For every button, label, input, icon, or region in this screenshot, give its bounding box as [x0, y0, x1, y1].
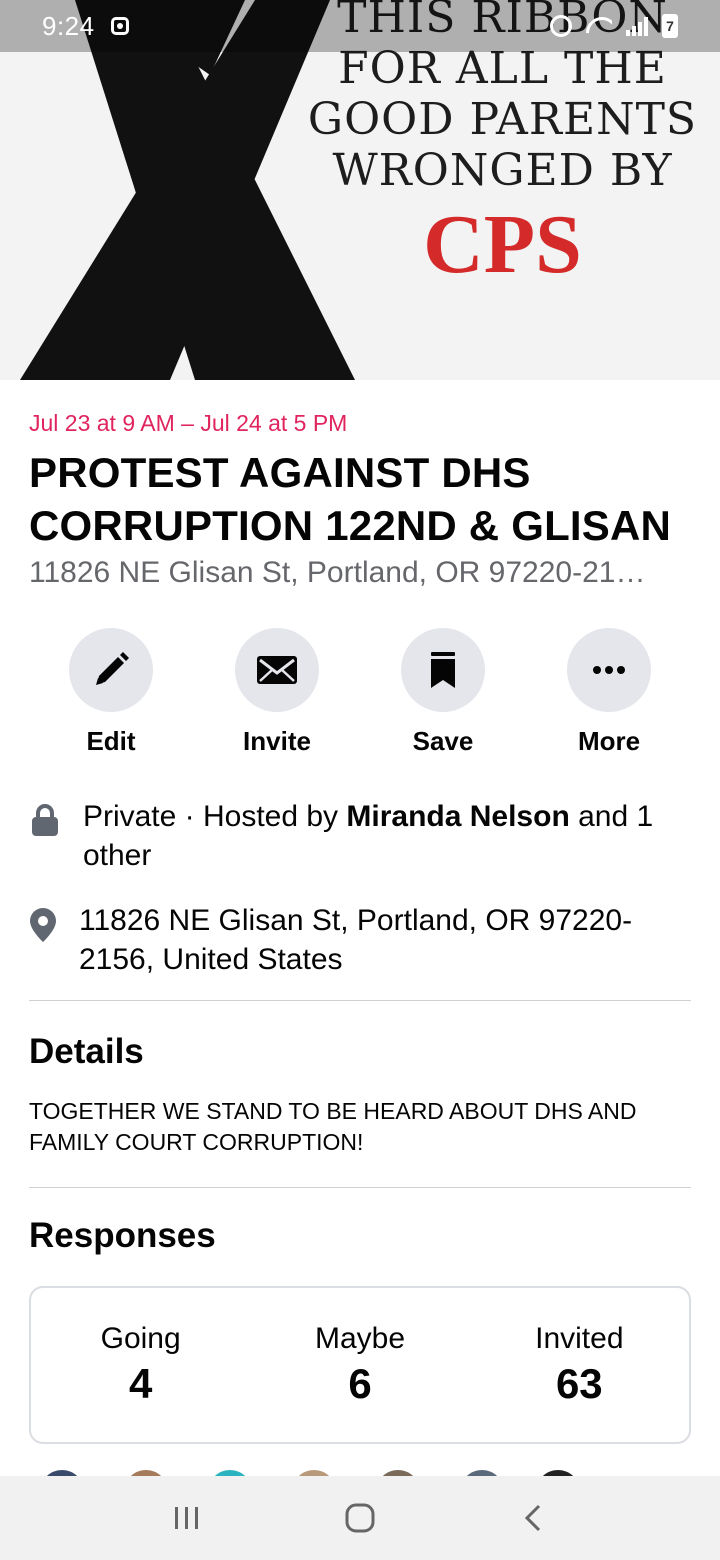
envelope-icon	[257, 656, 297, 684]
notification-app-icon	[110, 17, 129, 35]
more-button-circle[interactable]	[567, 628, 651, 712]
event-title: PROTEST AGAINST DHS CORRUPTION 122ND & G…	[29, 449, 672, 549]
privacy-host-row: Private · Hosted by Miranda Nelson and 1…	[29, 797, 691, 875]
action-buttons: Edit Invite Save More	[28, 628, 692, 757]
back-button[interactable]	[493, 1488, 573, 1548]
more-button[interactable]: More	[526, 628, 692, 757]
divider	[29, 1187, 691, 1188]
save-button[interactable]: Save	[360, 628, 526, 757]
divider	[29, 1000, 691, 1001]
save-label: Save	[412, 726, 474, 756]
event-date: Jul 23 at 9 AM – Jul 24 at 5 PM	[29, 410, 348, 436]
going-label: Going	[100, 1322, 181, 1355]
lock-icon	[29, 803, 61, 837]
maybe-label: Maybe	[314, 1322, 406, 1355]
maybe-count[interactable]: Maybe 6	[250, 1288, 469, 1442]
alarm-icon	[550, 15, 572, 37]
location-pin-icon	[29, 907, 57, 943]
location-row[interactable]: 11826 NE Glisan St, Portland, OR 97220-2…	[29, 901, 691, 979]
invite-button[interactable]: Invite	[194, 628, 360, 757]
more-dots-icon	[593, 666, 625, 674]
recent-apps-icon	[174, 1507, 198, 1529]
bookmark-icon	[431, 652, 455, 688]
status-time: 9:24	[42, 10, 95, 41]
details-text: TOGETHER WE STAND TO BE HEARD ABOUT DHS …	[29, 1098, 637, 1155]
edit-label: Edit	[86, 726, 136, 756]
pencil-icon	[96, 652, 129, 685]
home-icon	[345, 1503, 375, 1533]
privacy-host-text: Private · Hosted by Miranda Nelson and 1…	[83, 797, 691, 875]
invited-label: Invited	[535, 1322, 624, 1355]
cover-highlight-text: CPS	[423, 198, 582, 291]
event-address[interactable]: 11826 NE Glisan St, Portland, OR 97220-2…	[29, 556, 689, 590]
status-icons: 7	[550, 14, 678, 38]
going-count[interactable]: Going 4	[31, 1288, 250, 1442]
invite-label: Invite	[243, 726, 311, 756]
save-button-circle[interactable]	[401, 628, 485, 712]
edit-button[interactable]: Edit	[28, 628, 194, 757]
more-label: More	[577, 726, 641, 756]
recent-apps-button[interactable]	[147, 1488, 227, 1548]
wifi-icon	[586, 17, 612, 35]
battery-icon: 7	[662, 14, 678, 38]
status-bar: 9:24 7	[0, 0, 720, 52]
responses-title: Responses	[29, 1216, 216, 1255]
invite-button-circle[interactable]	[235, 628, 319, 712]
cover-line-3: GOOD PARENTS	[307, 94, 698, 145]
home-button[interactable]	[320, 1488, 400, 1548]
going-number: 4	[128, 1360, 153, 1407]
signal-icon	[626, 16, 648, 36]
invited-count[interactable]: Invited 63	[470, 1288, 689, 1442]
invited-number: 63	[555, 1360, 603, 1407]
host-name-link[interactable]: Miranda Nelson	[346, 800, 569, 833]
back-icon	[525, 1504, 541, 1532]
privacy-prefix: Private · Hosted by	[82, 800, 347, 833]
system-nav-bar	[0, 1476, 720, 1560]
event-cover-image[interactable]: THIS RIBBON FOR ALL THE GOOD PARENTS WRO…	[0, 0, 720, 380]
responses-card[interactable]: Going 4 Maybe 6 Invited 63	[29, 1286, 691, 1444]
maybe-number: 6	[348, 1360, 372, 1407]
cover-line-4: WRONGED BY	[332, 145, 673, 196]
edit-button-circle[interactable]	[69, 628, 153, 712]
details-title: Details	[29, 1032, 144, 1071]
location-text[interactable]: 11826 NE Glisan St, Portland, OR 97220-2…	[79, 901, 691, 979]
